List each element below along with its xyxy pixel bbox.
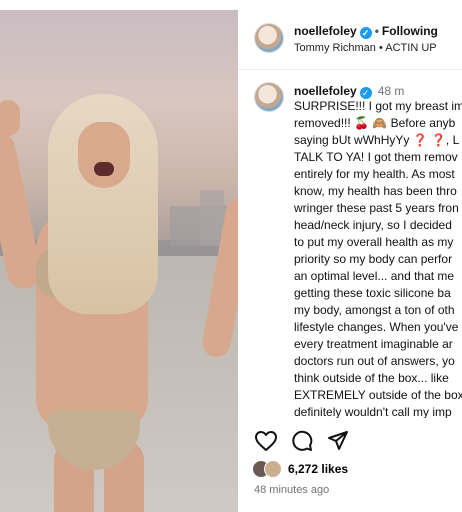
avatar[interactable]	[254, 23, 284, 53]
caption-line: to put my overall health as my	[294, 235, 454, 249]
caption-line: an optimal level... and that me	[294, 269, 455, 283]
heart-icon[interactable]	[254, 430, 278, 452]
audio-track-link[interactable]: Tommy Richman • ACTIN UP	[294, 42, 437, 54]
caption-line: lifestyle changes. When you've	[294, 320, 459, 334]
caption-line: removed!!! 🍒 🙈 Before anyb	[294, 116, 456, 130]
caption-line: wringer these past 5 years fron	[294, 201, 459, 215]
verified-badge-icon: ✓	[359, 27, 372, 39]
separator-dot: •	[374, 24, 379, 38]
send-icon[interactable]	[326, 430, 350, 452]
caption-line: saying bUt wWhHyYy ❓ ❓, L	[294, 133, 460, 147]
caption-area: noellefoley ✓ 48 m SURPRISE!!! I got my br…	[238, 78, 462, 418]
caption-line: priority so my body can perfor	[294, 252, 453, 266]
person-face	[78, 122, 130, 188]
caption-line: entirely for my health. As most	[294, 167, 455, 181]
caption-line: head/neck injury, so I decided	[294, 218, 452, 232]
username-link[interactable]: noellefoley	[294, 24, 357, 38]
caption-username-link[interactable]: noellefoley	[294, 84, 357, 98]
caption-line: doctors run out of answers, yo	[294, 354, 455, 368]
caption-line: know, my health has been thro	[294, 184, 457, 198]
liker-avatar[interactable]	[264, 460, 282, 478]
caption-line: every treatment imaginable ar	[294, 337, 453, 351]
caption-line: getting these toxic silicone ba	[294, 286, 451, 300]
caption-text: SURPRISE!!! I got my breast im removed!!…	[294, 98, 462, 418]
post-timestamp[interactable]: 48 minutes ago	[254, 484, 329, 496]
person-mouth	[94, 162, 114, 176]
post-header: noellefoley ✓ • Following Tommy Richman • A…	[238, 12, 462, 70]
likes-count[interactable]: 6,272 likes	[288, 462, 348, 476]
caption-line: my body, amongst a ton of oth	[294, 303, 455, 317]
post-side-panel: noellefoley ✓ • Following Tommy Richman • A…	[238, 0, 462, 512]
caption-line: SURPRISE!!! I got my breast im	[294, 99, 462, 113]
comment-icon[interactable]	[290, 430, 314, 452]
person-hand	[0, 100, 20, 136]
header-username-row: noellefoley ✓ • Following	[294, 24, 438, 39]
caption-line: think outside of the box... like	[294, 371, 449, 385]
caption-timestamp: 48 m	[377, 84, 405, 98]
caption-line: EXTREMELY outside of the box	[294, 388, 462, 402]
caption-line: TALK TO YA! I got them remov	[294, 150, 458, 164]
avatar[interactable]	[254, 82, 284, 112]
post-actions-bar	[238, 428, 462, 458]
post-media-image[interactable]	[0, 10, 238, 512]
following-button[interactable]: Following	[382, 24, 438, 38]
caption-line: definitely wouldn't call my imp	[294, 405, 452, 418]
